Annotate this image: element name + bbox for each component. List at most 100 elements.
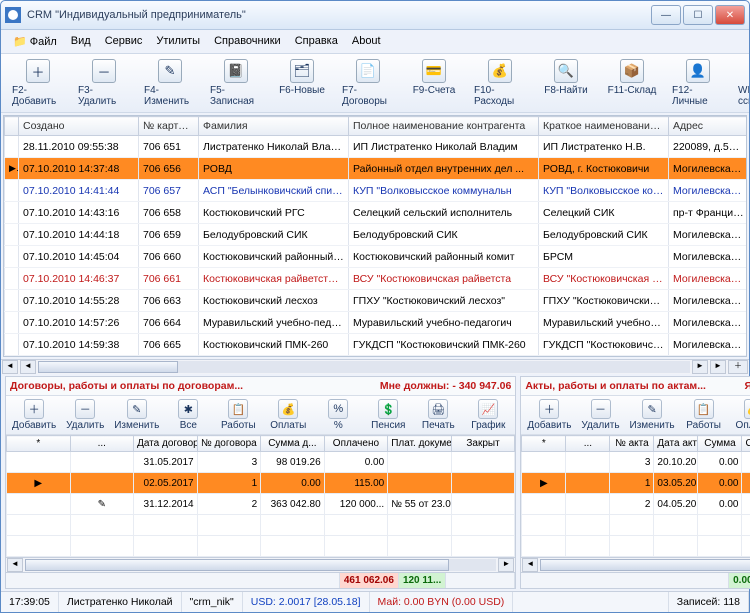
col-header[interactable]: Закрыт (451, 436, 515, 452)
col-header[interactable]: № карточки (139, 117, 199, 136)
table-row[interactable]: 07.10.2010 14:46:37706 661Костюковичская… (5, 268, 748, 290)
col-header[interactable]: Полное наименование контрагента (349, 117, 539, 136)
btn-Изменить[interactable]: ✎Изменить (110, 398, 163, 432)
menu-утилиты[interactable]: Утилиты (150, 33, 206, 50)
app-icon (5, 7, 21, 23)
menu-справочники[interactable]: Справочники (208, 33, 287, 50)
menu-сервис[interactable]: Сервис (99, 33, 149, 50)
btn-Работы[interactable]: 📋Работы (679, 398, 729, 432)
toolbar-F5-Записная[interactable]: 📓F5-Записная (203, 56, 269, 110)
toolbar-F12-Личные[interactable]: 👤F12-Личные (665, 56, 731, 110)
col-header[interactable]: Краткое наименование ко... (539, 117, 669, 136)
grid-scrollbar[interactable]: ◄◄ ►►＋ (1, 359, 749, 374)
btn-Добавить[interactable]: ＋Добавить (8, 398, 60, 432)
table-row[interactable]: 07.10.2010 14:59:38706 665Костюковичский… (5, 334, 748, 356)
menu-файл[interactable]: 📁 Файл (7, 33, 63, 50)
icon: 📦 (620, 59, 644, 83)
contracts-total-paid: 120 11... (399, 573, 446, 588)
contracts-total-sum: 461 062.06 (340, 573, 399, 588)
table-row[interactable]: 31.05.2017398 019.260.00 (7, 452, 515, 473)
icon: 👤 (686, 59, 710, 83)
table-row (7, 536, 515, 557)
menubar: 📁 ФайлВидСервисУтилитыСправочникиСправка… (1, 30, 749, 53)
col-header[interactable]: Плат. документ (388, 436, 452, 452)
col-header[interactable]: Дата договора (134, 436, 198, 452)
table-row[interactable]: 28.11.2010 09:55:38706 651Листратенко Ни… (5, 136, 748, 158)
col-header[interactable]: № договора (197, 436, 261, 452)
btn-Оплаты[interactable]: 💰Оплаты (729, 398, 750, 432)
col-header[interactable]: Создано (19, 117, 139, 136)
icon: 🔍 (554, 59, 578, 83)
main-toolbar: ＋F2-Добавить－F3-Удалить✎F4-Изменить📓F5-З… (1, 53, 749, 113)
table-row[interactable]: 07.10.2010 14:43:16706 658Костюковичский… (5, 202, 748, 224)
col-header[interactable]: № акта (610, 436, 654, 452)
col-header[interactable]: Оплачено (324, 436, 388, 452)
toolbar-F9-Счета[interactable]: 💳F9-Счета (401, 56, 467, 110)
acts-title: Акты, работы и оплаты по актам... (525, 380, 744, 392)
col-header[interactable]: Дата акта (654, 436, 698, 452)
titlebar: CRM "Индивидуальный предприниматель" — ☐… (1, 1, 749, 30)
toolbar-F6-Новые[interactable]: 🗂F6-Новые (269, 56, 335, 110)
status-time: 17:39:05 (1, 592, 59, 612)
icon: 📓 (224, 59, 248, 83)
toolbar-F3-Удалить[interactable]: －F3-Удалить (71, 56, 137, 110)
icon: 📄 (356, 59, 380, 83)
btn-Оплаты[interactable]: 💰Оплаты (263, 398, 313, 432)
col-header[interactable]: ... (566, 436, 610, 452)
acts-debt: Я должен: 56.00 (744, 380, 750, 392)
btn-Добавить[interactable]: ＋Добавить (523, 398, 575, 432)
toolbar-F2-Добавить[interactable]: ＋F2-Добавить (5, 56, 71, 110)
icon: ＋ (26, 59, 50, 83)
table-row[interactable]: 07.10.2010 14:57:26706 664Муравильский у… (5, 312, 748, 334)
col-header[interactable]: ... (70, 436, 134, 452)
btn-Изменить[interactable]: ✎Изменить (626, 398, 679, 432)
table-row[interactable]: 07.10.2010 17:11:12706 666ГУСО "Хотински… (5, 356, 748, 358)
close-button[interactable]: ✕ (715, 5, 745, 25)
toolbar-F11-Склад[interactable]: 📦F11-Склад (599, 56, 665, 110)
col-header[interactable]: Фамилия (199, 117, 349, 136)
menu-about[interactable]: About (346, 33, 387, 50)
toolbar-F4-Изменить[interactable]: ✎F4-Изменить (137, 56, 203, 110)
table-row[interactable]: ✎31.12.20142363 042.80120 000...№ 55 от … (7, 494, 515, 515)
col-header[interactable]: Сумма (698, 436, 742, 452)
toolbar-F7-Договоры[interactable]: 📄F7-Договоры (335, 56, 401, 110)
col-header[interactable]: Адрес (669, 117, 748, 136)
col-header[interactable]: Оплачено (742, 436, 750, 452)
btn-Все[interactable]: ✱Все (163, 398, 213, 432)
table-row[interactable]: 320.10.20170.000.00 (522, 452, 750, 473)
menu-справка[interactable]: Справка (289, 33, 344, 50)
table-row[interactable]: 07.10.2010 14:41:44706 657АСП "Белынкови… (5, 180, 748, 202)
btn-Удалить[interactable]: －Удалить (576, 398, 626, 432)
table-row[interactable]: ▶103.05.20170.0056.00№ 55 (522, 473, 750, 494)
table-row (522, 515, 750, 536)
status-may: Май: 0.00 BYN (0.00 USD) (370, 592, 514, 612)
right-scrollbar[interactable]: ◄► (521, 557, 750, 572)
window-title: CRM "Индивидуальный предприниматель" (27, 9, 651, 21)
contracts-panel: Договоры, работы и оплаты по договорам..… (5, 376, 516, 589)
btn-Печать[interactable]: 🖨Печать (413, 398, 463, 432)
table-row[interactable]: 07.10.2010 14:55:28706 663Костюковичский… (5, 290, 748, 312)
btn-Пенсия[interactable]: 💲Пенсия (363, 398, 413, 432)
table-row (7, 515, 515, 536)
main-grid[interactable]: Создано№ карточкиФамилияПолное наименова… (3, 115, 747, 357)
btn-Работы[interactable]: 📋Работы (213, 398, 263, 432)
toolbar-F8-Найти[interactable]: 🔍F8-Найти (533, 56, 599, 110)
col-header[interactable]: Сумма д... (261, 436, 325, 452)
col-header[interactable]: * (522, 436, 566, 452)
btn-Удалить[interactable]: －Удалить (60, 398, 110, 432)
toolbar-WEB ссылки[interactable]: 🌐WEB ссылки (731, 56, 749, 110)
table-row[interactable]: 07.10.2010 14:44:18706 659Белодубровский… (5, 224, 748, 246)
maximize-button[interactable]: ☐ (683, 5, 713, 25)
left-scrollbar[interactable]: ◄► (6, 557, 515, 572)
table-row[interactable]: ▶02.05.201710.00115.00 (7, 473, 515, 494)
menu-вид[interactable]: Вид (65, 33, 97, 50)
minimize-button[interactable]: — (651, 5, 681, 25)
table-row[interactable]: ▶07.10.2010 14:37:48706 656РОВДРайонный … (5, 158, 748, 180)
table-row[interactable]: 204.05.20170.000.00аренд (522, 494, 750, 515)
toolbar-F10-Расходы[interactable]: 💰F10-Расходы (467, 56, 533, 110)
col-header[interactable]: * (7, 436, 71, 452)
btn-%[interactable]: %% (313, 398, 363, 432)
btn-График[interactable]: 📈График (463, 398, 513, 432)
icon: 💰 (488, 59, 512, 83)
table-row[interactable]: 07.10.2010 14:45:04706 660Костюковичский… (5, 246, 748, 268)
